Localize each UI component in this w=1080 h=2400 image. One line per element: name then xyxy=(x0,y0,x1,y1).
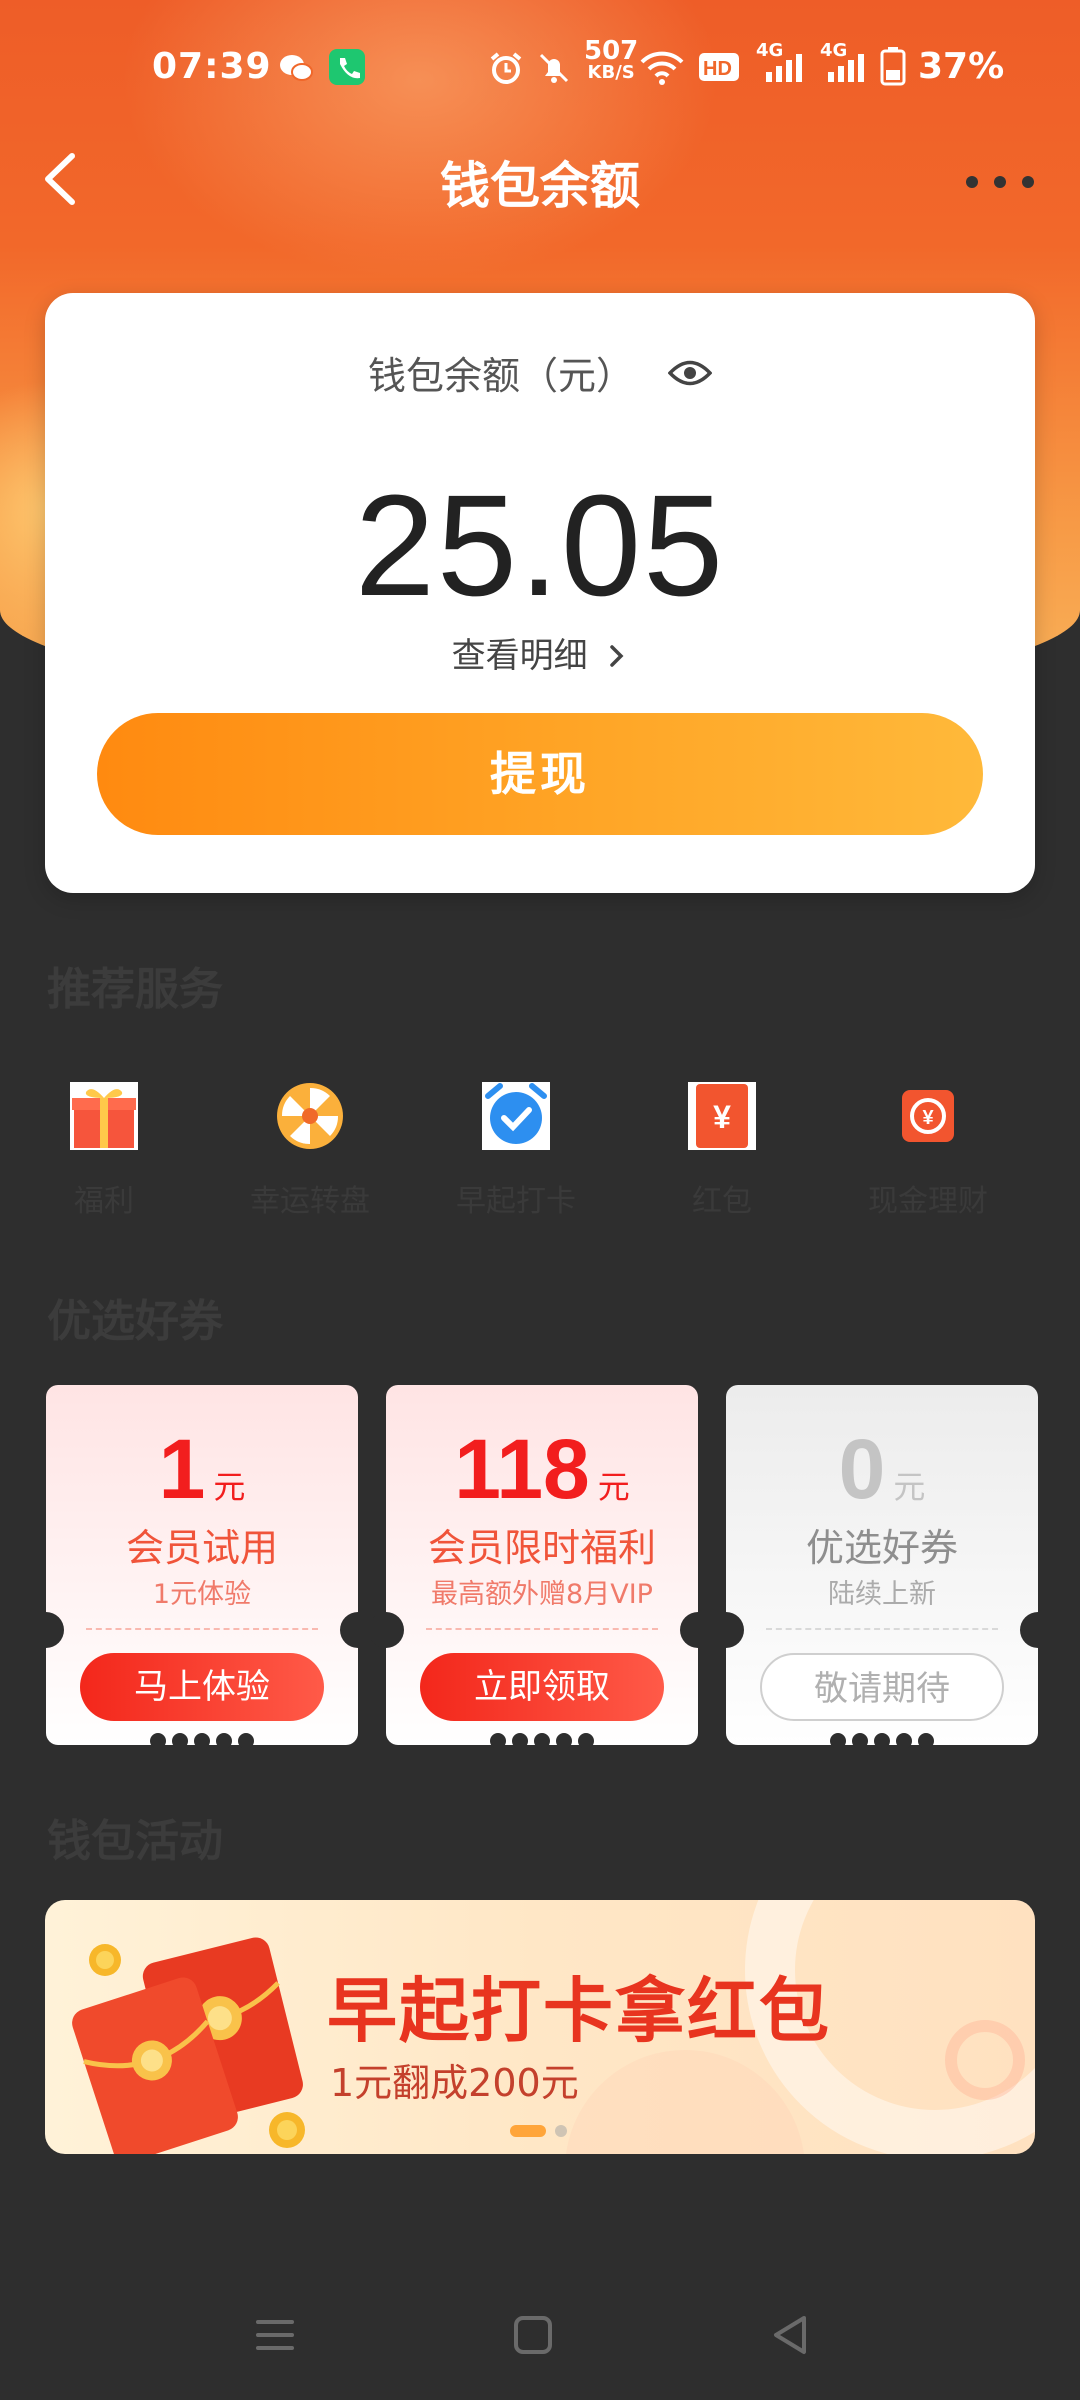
service-item-red-packet[interactable]: ¥ 红包 xyxy=(622,1060,822,1230)
alarm-clock-icon xyxy=(480,1080,552,1152)
alarm-icon xyxy=(488,50,524,95)
banner-headline: 早起打卡拿红包 xyxy=(327,1970,831,2052)
coupon-value: 118 xyxy=(454,1422,590,1516)
service-item-early-checkin[interactable]: 早起打卡 xyxy=(416,1060,616,1230)
pager-dot-active xyxy=(510,2124,546,2137)
coupon-subtitle: 最高额外赠8月VIP xyxy=(431,1579,653,1610)
gift-icon xyxy=(68,1080,140,1152)
services-row: 福利 幸运转盘 早起打卡 ¥ 红包 ¥ 现金理财 xyxy=(0,1060,1080,1230)
activities-section-title: 钱包活动 xyxy=(47,1816,223,1867)
system-nav-bar xyxy=(0,2290,1080,2370)
balance-card: 钱包余额（元） 25.05 查看明细 提现 xyxy=(45,293,1035,893)
wechat-icon xyxy=(278,50,314,95)
try-now-button[interactable]: 马上体验 xyxy=(80,1653,324,1721)
banner-subline: 1元翻成200元 xyxy=(330,2061,579,2105)
coupon-value: 0 xyxy=(838,1422,886,1516)
coupon-card-trial: 1元 会员试用 1元体验 马上体验 xyxy=(46,1385,358,1745)
service-label: 早起打卡 xyxy=(456,1184,576,1219)
coupon-divider xyxy=(766,1628,998,1630)
coupon-subtitle: 陆续上新 xyxy=(828,1579,936,1610)
red-envelope-illustration xyxy=(65,1930,325,2154)
balance-label: 钱包余额（元） xyxy=(367,354,634,398)
coupon-notch xyxy=(28,1612,64,1648)
coupon-unit: 元 xyxy=(597,1468,630,1506)
view-detail-label: 查看明细 xyxy=(451,636,588,676)
claim-now-button[interactable]: 立即领取 xyxy=(420,1653,664,1721)
eye-icon[interactable] xyxy=(667,353,713,397)
phone-app-icon xyxy=(328,48,366,95)
coupon-value: 1 xyxy=(158,1422,206,1516)
view-detail-link[interactable]: 查看明细 xyxy=(45,628,1035,677)
coupon-notch xyxy=(368,1612,404,1648)
chevron-right-icon xyxy=(610,644,624,667)
coupon-divider xyxy=(426,1628,658,1630)
more-button[interactable] xyxy=(960,170,1040,194)
svg-text:¥: ¥ xyxy=(713,1099,731,1135)
red-packet-icon: ¥ xyxy=(686,1080,758,1152)
coupon-notch xyxy=(1020,1612,1056,1648)
pager-dot xyxy=(555,2124,568,2137)
home-icon[interactable] xyxy=(508,2310,558,2360)
net-speed-unit: KB/S xyxy=(587,62,635,83)
coupon-name: 优选好券 xyxy=(805,1526,958,1570)
service-label: 现金理财 xyxy=(868,1184,988,1219)
coupon-teeth xyxy=(830,1733,940,1749)
page-title: 钱包余额 xyxy=(440,157,640,215)
battery-percent: 37% xyxy=(918,46,1005,87)
hd-call-icon: HD xyxy=(698,50,740,93)
svg-text:HD: HD xyxy=(703,58,732,80)
service-label: 福利 xyxy=(74,1184,134,1219)
balance-amount: 25.05 xyxy=(354,465,726,626)
signal-icon xyxy=(760,50,804,95)
coupon-notch xyxy=(708,1612,744,1648)
service-label: 红包 xyxy=(692,1184,752,1219)
service-item-cash-finance[interactable]: ¥ 现金理财 xyxy=(828,1060,1028,1230)
coupon-unit: 元 xyxy=(893,1468,926,1506)
coupon-teeth xyxy=(490,1733,600,1749)
coupon-teeth xyxy=(150,1733,260,1749)
status-time: 07:39 xyxy=(152,46,272,87)
coupon-subtitle: 1元体验 xyxy=(152,1579,252,1610)
status-bar: 07:39 507 KB/S HD 4G 4G 37% xyxy=(0,38,1080,102)
lucky-wheel-icon xyxy=(274,1080,346,1152)
banner-pager xyxy=(510,2120,568,2139)
svg-text:¥: ¥ xyxy=(922,1107,934,1129)
coupon-card-coming-soon: 0元 优选好券 陆续上新 敬请期待 xyxy=(726,1385,1038,1745)
coupon-name: 会员试用 xyxy=(125,1526,278,1570)
coupons-section-title: 优选好券 xyxy=(47,1296,223,1347)
cash-cycle-icon: ¥ xyxy=(892,1080,964,1152)
menu-icon[interactable] xyxy=(250,2310,300,2360)
mute-icon xyxy=(536,50,572,95)
service-label: 幸运转盘 xyxy=(250,1184,370,1219)
signal-icon-2 xyxy=(822,50,866,95)
withdraw-button[interactable]: 提现 xyxy=(97,713,983,835)
battery-icon xyxy=(880,46,906,95)
coupon-name: 会员限时福利 xyxy=(427,1526,656,1570)
coupon-card-vip-benefit: 118 元 会员限时福利 最高额外赠8月VIP 立即领取 xyxy=(386,1385,698,1745)
net-speed-value: 507 xyxy=(584,36,639,66)
nav-bar: 钱包余额 xyxy=(0,130,1080,230)
coupon-divider xyxy=(86,1628,318,1630)
coming-soon-button[interactable]: 敬请期待 xyxy=(760,1653,1004,1721)
back-triangle-icon[interactable] xyxy=(766,2310,816,2360)
activity-banner[interactable]: 早起打卡拿红包 1元翻成200元 xyxy=(45,1900,1035,2154)
service-item-welfare[interactable]: 福利 xyxy=(4,1060,204,1230)
services-section-title: 推荐服务 xyxy=(47,964,223,1015)
service-item-lucky-wheel[interactable]: 幸运转盘 xyxy=(210,1060,410,1230)
more-dots-icon xyxy=(966,176,1034,188)
coupon-unit: 元 xyxy=(213,1468,246,1506)
wifi-icon xyxy=(640,50,684,95)
